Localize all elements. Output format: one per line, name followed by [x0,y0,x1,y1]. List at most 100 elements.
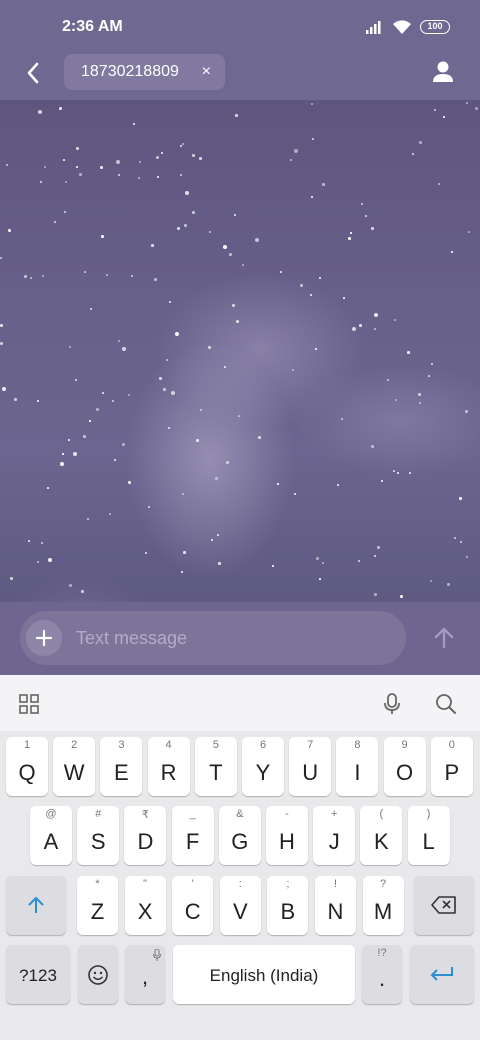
key-hint: 7 [307,739,314,751]
key-s[interactable]: # S [77,806,120,865]
star [69,346,71,348]
star [84,271,86,273]
key-label: E [114,760,129,785]
comma-key-label: , [141,964,149,989]
space-key[interactable]: English (India) [173,945,355,1004]
key-label: B [280,899,296,924]
star [466,102,468,104]
key-q[interactable]: 1Q [6,737,48,796]
key-e[interactable]: 3E [100,737,143,796]
key-b[interactable]: ; B [267,876,309,935]
key-hint: ' [191,878,194,890]
key-d[interactable]: ₹ D [124,806,167,865]
key-i[interactable]: 8I [336,737,379,796]
send-button[interactable] [432,626,456,650]
backspace-key[interactable] [414,876,474,935]
star [76,166,78,168]
star [343,297,345,299]
person-icon [433,61,453,82]
key-c[interactable]: ' C [172,876,214,935]
back-arrow-icon [27,62,39,84]
star [358,560,360,562]
key-v[interactable]: :V [219,876,261,935]
key-r[interactable]: 4R [147,737,190,796]
star [75,379,77,381]
star [100,166,103,169]
star [226,461,229,464]
star [60,462,64,466]
star [430,580,432,582]
key-label: V [232,899,248,924]
key-z[interactable]: * Z [77,876,118,935]
remove-recipient-icon[interactable]: × [202,63,211,81]
key-hint: 6 [259,739,267,751]
message-input[interactable] [76,611,396,665]
key-t[interactable]: 5T [194,737,237,796]
star [180,145,182,147]
key-o[interactable]: 9O [383,737,426,796]
keyboard: 1Q2W3E4R5T6Y7U8I9O0P @ A # S ₹ D _ F & G - H + J(K) L … [0,731,480,1040]
key-label: G [231,829,249,854]
symbols-key[interactable]: ?123 [6,945,70,1004]
star [148,506,150,508]
key-hint: # [95,808,102,820]
star [0,324,3,327]
plus-icon [35,629,53,647]
star [232,304,235,307]
key-a[interactable]: @ A [30,806,72,865]
star [48,558,52,562]
key-j[interactable]: + J [313,806,356,865]
key-p[interactable]: 0P [430,737,473,796]
shift-key[interactable] [6,876,66,935]
period-key-hint: !? [377,947,387,959]
key-m[interactable]: ? M [362,876,404,935]
contact-button[interactable] [430,59,456,85]
star [79,173,82,176]
add-attachment-button[interactable] [26,620,62,656]
star [280,271,282,273]
keyboard-search-button[interactable] [434,692,458,716]
comma-key[interactable]: , [125,945,165,1004]
key-x[interactable]: " X [124,876,166,935]
key-u[interactable]: 7U [289,737,332,796]
key-f[interactable]: _ F [171,806,214,865]
voice-input-button[interactable] [380,692,404,716]
star [145,552,147,554]
star [0,342,3,345]
status-bar: 2:36 AM 100 [0,0,480,54]
star [101,235,104,238]
star [350,232,352,234]
back-button[interactable] [18,58,48,88]
key-label: A [43,829,59,854]
star [215,477,218,480]
star [37,561,39,563]
key-hint: 4 [165,739,172,751]
enter-key[interactable] [410,945,474,1004]
key-label: W [63,760,85,785]
star [319,277,321,279]
emoji-key[interactable] [78,945,118,1004]
star [38,110,42,114]
key-hint: ) [426,808,431,820]
key-w[interactable]: 2W [53,737,96,796]
key-l[interactable]: ) L [407,806,450,865]
star [393,470,395,472]
star [459,497,462,500]
key-k[interactable]: (K [360,806,403,865]
period-key[interactable]: !? . [362,945,402,1004]
star [359,324,362,327]
key-hint: + [330,808,338,820]
star [180,174,182,176]
key-g[interactable]: & G [218,806,261,865]
star [374,555,376,557]
star [192,211,195,214]
key-h[interactable]: -H [266,806,308,865]
star [199,157,202,160]
key-n[interactable]: ! N [315,876,356,935]
star [407,351,410,354]
key-hint: 1 [23,739,31,751]
keyboard-menu-button[interactable] [19,694,39,714]
recipient-chip[interactable]: 18730218809 × [64,54,225,90]
key-y[interactable]: 6Y [242,737,284,796]
star [337,484,339,486]
